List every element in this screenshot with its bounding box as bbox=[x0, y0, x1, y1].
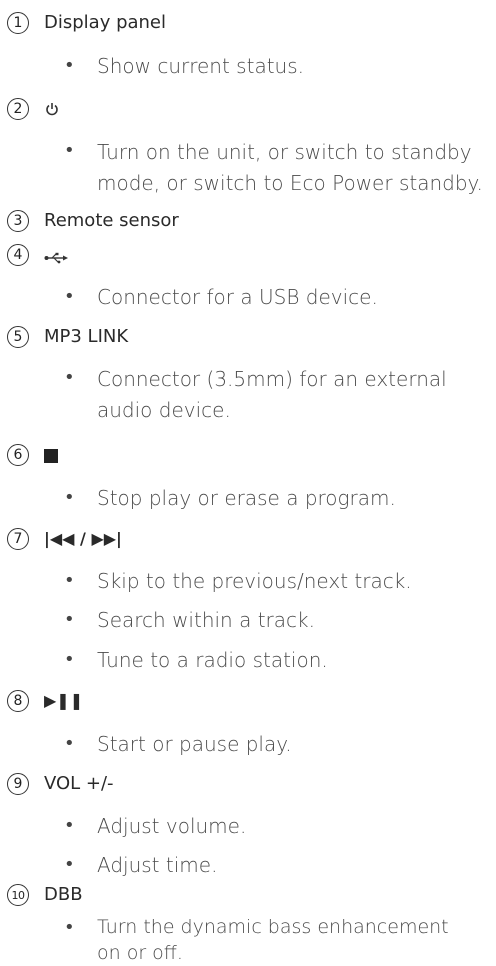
bullet-dot: • bbox=[64, 917, 75, 938]
bullet-dot: • bbox=[64, 609, 75, 630]
item-number-10: 10 bbox=[7, 884, 29, 906]
item-number-8: 8 bbox=[7, 690, 29, 712]
power-icon bbox=[44, 101, 60, 121]
bullet-text: Search within a track. bbox=[97, 608, 315, 632]
bullet-text: Show current status. bbox=[97, 54, 304, 78]
bullet-text: Connector for a USB device. bbox=[97, 285, 378, 309]
item-number-9: 9 bbox=[7, 773, 29, 795]
item-number-7: 7 bbox=[7, 528, 29, 550]
item-number-2: 2 bbox=[7, 98, 29, 120]
bullet-text: Stop play or erase a program. bbox=[97, 486, 396, 510]
bullet-text: Connector (3.5mm) for an external audio … bbox=[97, 367, 447, 422]
bullet-dot: • bbox=[64, 854, 75, 875]
item-title-display-panel: Display panel bbox=[44, 12, 167, 33]
bullet-text: Turn the dynamic bass enhancement on or … bbox=[97, 916, 449, 964]
bullet-dot: • bbox=[64, 570, 75, 591]
bullet-dot: • bbox=[64, 815, 75, 836]
item-number-5: 5 bbox=[7, 326, 29, 348]
item-title-play-pause: ▶❚❚ bbox=[44, 691, 84, 710]
bullet-text: Skip to the previous/next track. bbox=[97, 569, 412, 593]
bullet-dot: • bbox=[64, 140, 75, 161]
stop-icon bbox=[44, 448, 58, 467]
item-title-skip-buttons: |◀◀ / ▶▶| bbox=[44, 529, 122, 548]
item-title-remote-sensor: Remote sensor bbox=[44, 210, 179, 231]
bullet-dot: • bbox=[64, 367, 75, 388]
bullet-dot: • bbox=[64, 487, 75, 508]
bullet-dot: • bbox=[64, 733, 75, 754]
item-title-dbb: DBB bbox=[44, 884, 83, 905]
item-number-3: 3 bbox=[7, 210, 29, 232]
item-number-4: 4 bbox=[7, 244, 29, 266]
item-number-1: 1 bbox=[7, 12, 29, 34]
item-title-vol: VOL +/- bbox=[44, 773, 114, 794]
bullet-text: Start or pause play. bbox=[97, 732, 292, 756]
usb-icon bbox=[44, 249, 68, 268]
bullet-text: Tune to a radio station. bbox=[97, 648, 328, 672]
item-number-6: 6 bbox=[7, 444, 29, 466]
bullet-dot: • bbox=[64, 55, 75, 76]
bullet-dot: • bbox=[64, 649, 75, 670]
bullet-dot: • bbox=[64, 286, 75, 307]
bullet-text: Turn on the unit, or switch to standby m… bbox=[97, 140, 483, 195]
bullet-text: Adjust volume. bbox=[97, 814, 247, 838]
bullet-text: Adjust time. bbox=[97, 853, 218, 877]
item-title-mp3-link: MP3 LINK bbox=[44, 326, 129, 347]
